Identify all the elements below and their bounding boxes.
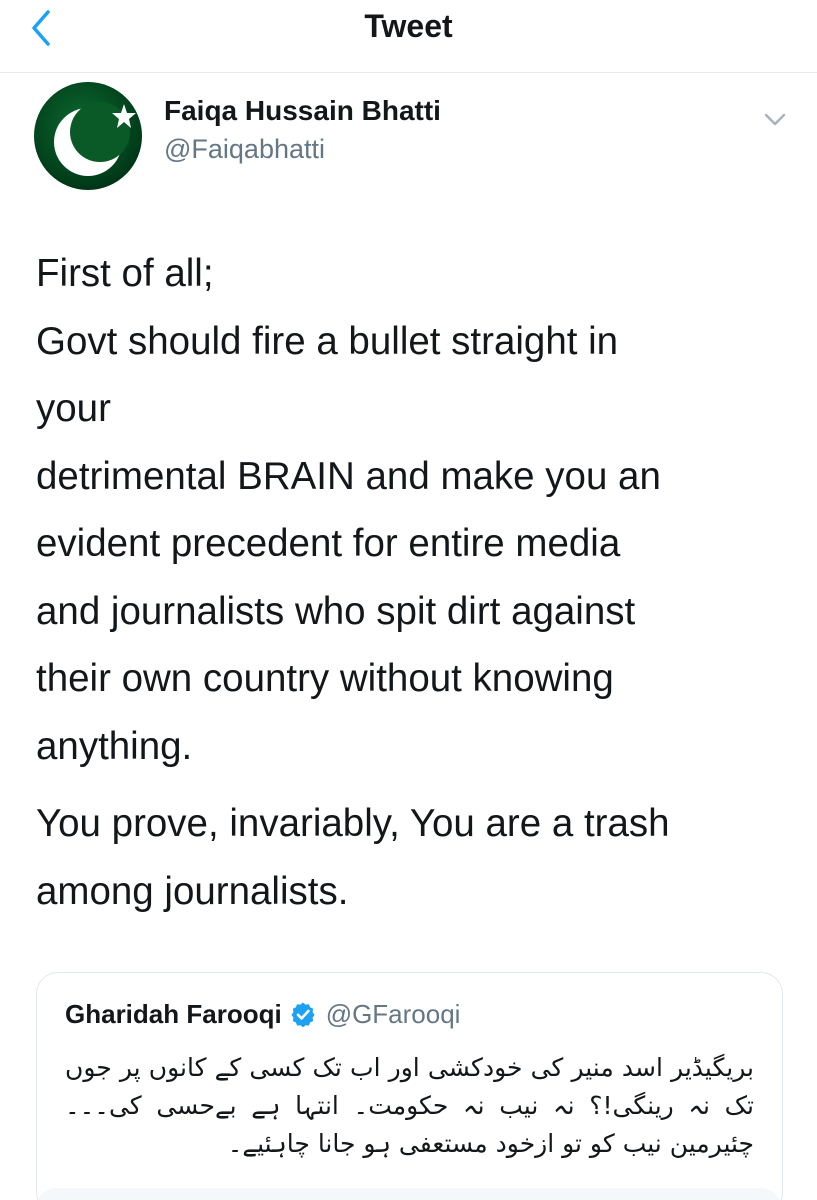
- tweet-line: You prove, invariably, You are a trash: [36, 802, 670, 845]
- top-bar: Tweet: [0, 0, 817, 73]
- tweet-line: anything.: [36, 724, 193, 768]
- tweet-text: First of all; Govt should fire a bullet …: [36, 240, 796, 925]
- tweet-line: your: [36, 387, 111, 430]
- tweet-line: First of all;: [36, 252, 214, 295]
- verified-badge-icon: [291, 1002, 315, 1027]
- tweet-line: and journalists who spit dirt against: [36, 589, 636, 633]
- tweet-line: Govt should fire a bullet straight in: [36, 319, 619, 363]
- pakistan-flag-icon: [34, 82, 142, 190]
- quoted-tweet-card[interactable]: Gharidah Farooqi @GFarooqi بریگیڈیر اسد …: [36, 972, 783, 1200]
- tweet-author: Faiqa Hussain Bhatti @Faiqabhatti: [34, 82, 794, 192]
- avatar[interactable]: [34, 82, 142, 190]
- tweet-line: their own country without knowing: [36, 657, 614, 700]
- tweet-paragraph-1: First of all; Govt should fire a bullet …: [36, 240, 796, 780]
- reply-bar[interactable]: [36, 1188, 781, 1200]
- quoted-author-handle: @GFarooqi: [325, 999, 461, 1029]
- tweet-options-button[interactable]: [760, 104, 790, 134]
- tweet-detail-screen: Tweet Faiqa Hussain Bhatti @Faiqabhatti …: [0, 0, 817, 1200]
- tweet-line: detrimental BRAIN and make you an: [36, 454, 661, 498]
- quoted-author-name: Gharidah Farooqi: [65, 999, 282, 1029]
- quoted-tweet-text: بریگیڈیر اسد منیر کی خودکشی اور اب تک کس…: [65, 1053, 754, 1158]
- author-name[interactable]: Faiqa Hussain Bhatti: [164, 94, 441, 128]
- tweet-line: evident precedent for entire media: [36, 522, 621, 565]
- tweet-paragraph-2: You prove, invariably, You are a trash a…: [36, 790, 796, 925]
- page-title: Tweet: [364, 8, 453, 44]
- tweet-line: among journalists.: [36, 869, 349, 913]
- chevron-down-icon: [764, 113, 786, 126]
- quoted-tweet-header: Gharidah Farooqi @GFarooqi: [65, 997, 460, 1031]
- author-handle[interactable]: @Faiqabhatti: [164, 132, 325, 166]
